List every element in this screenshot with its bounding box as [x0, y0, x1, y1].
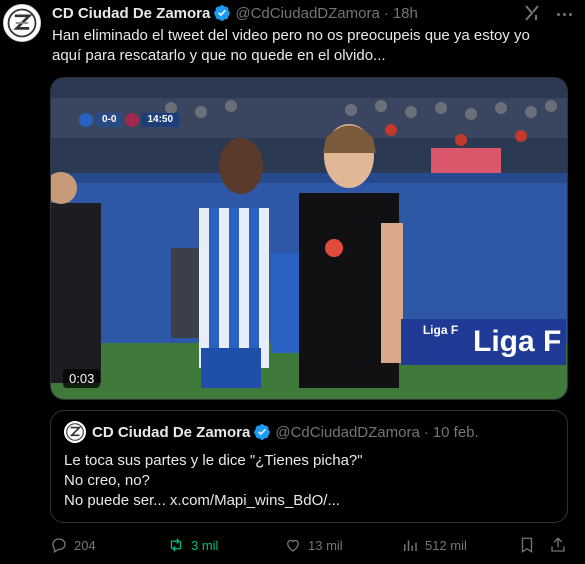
- scoreboard: 0-0 14:50: [79, 112, 180, 128]
- retweet-icon: [170, 538, 182, 552]
- match-clock: 14:50: [141, 113, 180, 127]
- team-crest-icon: [125, 113, 140, 127]
- tweet[interactable]: CD Ciudad De Zamora @CdCiudadDZamora · 1…: [0, 0, 585, 564]
- retweet-button[interactable]: 3 mil: [167, 534, 218, 556]
- verified-badge-icon: [213, 4, 231, 22]
- author-handle[interactable]: @CdCiudadDZamora: [235, 5, 379, 22]
- quoted-tweet-header: CD Ciudad De Zamora @CdCiudadDZamora · 1…: [64, 421, 479, 443]
- views-button[interactable]: 512 mil: [401, 534, 467, 556]
- timestamp[interactable]: 18h: [393, 5, 418, 22]
- tweet-header: CD Ciudad De Zamora @CdCiudadDZamora · 1…: [52, 3, 418, 23]
- team-crest-icon: [79, 113, 93, 127]
- quoted-tweet[interactable]: CD Ciudad De Zamora @CdCiudadDZamora · 1…: [50, 410, 568, 523]
- score: 0-0: [96, 113, 123, 127]
- share-icon: [551, 537, 565, 552]
- tweet-text-line: aquí para rescatarlo y que no quede en e…: [52, 47, 386, 64]
- tweet-text-line: Han eliminado el tweet del video pero no…: [52, 27, 530, 44]
- author-name[interactable]: CD Ciudad De Zamora: [52, 5, 210, 22]
- quoted-text-line: No creo, no?: [64, 472, 150, 489]
- video-duration: 0:03: [63, 369, 101, 388]
- analytics-icon: [404, 540, 417, 551]
- like-button[interactable]: 13 mil: [284, 534, 343, 556]
- quoted-timestamp: 10 feb.: [432, 423, 479, 441]
- club-crest-icon: [64, 421, 86, 443]
- bookmark-icon: [521, 537, 533, 554]
- retweet-count: 3 mil: [191, 537, 219, 553]
- verified-badge-icon: [253, 423, 271, 441]
- quoted-author-name: CD Ciudad De Zamora: [92, 423, 251, 441]
- separator-dot: ·: [383, 4, 389, 22]
- quoted-author-handle: @CdCiudadDZamora: [275, 423, 420, 441]
- reply-icon: [52, 538, 66, 553]
- quoted-text-line: Le toca sus partes y le dice "¿Tienes pi…: [64, 452, 363, 469]
- separator-dot: ·: [423, 423, 429, 441]
- tweet-text: Han eliminado el tweet del video pero no…: [52, 26, 577, 66]
- action-bar: 204 3 mil 13 mil 512 mil: [50, 534, 580, 556]
- quoted-avatar: [64, 421, 86, 443]
- more-options-icon[interactable]: [552, 4, 576, 24]
- quoted-tweet-text: Le toca sus partes y le dice "¿Tienes pi…: [64, 451, 363, 511]
- bookmark-button[interactable]: [518, 534, 536, 556]
- video-player[interactable]: 0-0 14:50 Liga F Liga F 0:03: [50, 77, 568, 400]
- like-count: 13 mil: [308, 537, 343, 553]
- reply-button[interactable]: 204: [50, 534, 96, 556]
- grok-icon[interactable]: [522, 3, 542, 23]
- share-button[interactable]: [549, 534, 567, 556]
- avatar[interactable]: [3, 4, 41, 42]
- reply-count: 204: [74, 537, 96, 553]
- ad-board-text: Liga F: [473, 325, 562, 358]
- heart-icon: [287, 539, 299, 552]
- ad-board-small: Liga F: [422, 323, 459, 337]
- quoted-text-line: No puede ser... x.com/Mapi_wins_BdO/...: [64, 492, 340, 509]
- view-count: 512 mil: [425, 537, 467, 553]
- club-crest-icon: [4, 5, 40, 41]
